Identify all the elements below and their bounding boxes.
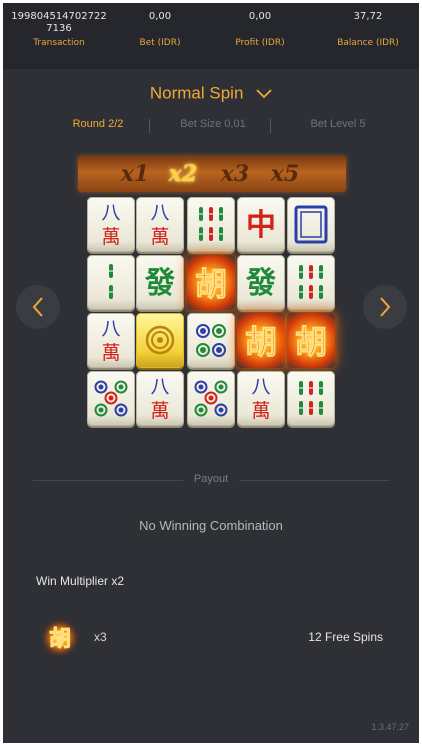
tile-bamboo-2 — [87, 255, 135, 310]
svg-text:胡: 胡 — [295, 323, 327, 361]
prev-round-button[interactable] — [16, 285, 60, 329]
next-round-button[interactable] — [363, 285, 407, 329]
tile-white-dragon — [287, 197, 335, 252]
scatter-count: x3 — [94, 630, 107, 644]
tile-wan-8: 八萬 — [136, 371, 184, 426]
svg-text:八: 八 — [150, 202, 169, 224]
win-multiplier-text: Win Multiplier x2 — [36, 574, 125, 588]
svg-text:胡: 胡 — [49, 626, 71, 652]
tile-red-dragon: 中 — [237, 197, 285, 252]
tile-dots-5 — [87, 371, 135, 426]
svg-text:胡: 胡 — [195, 265, 227, 303]
tile-wild-hu: 胡 — [287, 313, 335, 368]
svg-text:八: 八 — [101, 202, 120, 224]
tile-wan-8: 八萬 — [237, 371, 285, 426]
tile-golden-dot-1 — [136, 313, 184, 368]
version-text: 1.3.47.27 — [371, 722, 409, 732]
svg-text:中: 中 — [246, 208, 276, 243]
svg-text:萬: 萬 — [251, 400, 270, 422]
tile-bamboo-6 — [287, 371, 335, 426]
svg-text:萬: 萬 — [101, 226, 120, 248]
svg-text:八: 八 — [101, 318, 120, 340]
free-spins-text: 12 Free Spins — [308, 630, 383, 644]
chevron-left-icon — [32, 297, 43, 317]
payout-message: No Winning Combination — [139, 518, 283, 533]
tile-green-dragon: 發 — [136, 255, 184, 310]
tile-wild-hu: 胡 — [187, 255, 235, 310]
scatter-hu-icon: 胡 — [41, 619, 79, 657]
tile-wild-hu: 胡 — [237, 313, 285, 368]
svg-text:萬: 萬 — [101, 342, 120, 364]
svg-text:萬: 萬 — [150, 226, 169, 248]
tile-dots-5 — [187, 371, 235, 426]
tile-wan-8: 八萬 — [87, 197, 135, 252]
payout-label: Payout — [193, 473, 229, 485]
svg-text:八: 八 — [150, 376, 169, 398]
tile-bamboo-6 — [287, 255, 335, 310]
game-history-panel: 199804514702722 7136 Transaction 0,00 Be… — [3, 3, 419, 743]
tile-green-dragon: 發 — [237, 255, 285, 310]
svg-text:萬: 萬 — [150, 400, 169, 422]
svg-text:發: 發 — [144, 266, 175, 301]
tile-wan-8: 八萬 — [136, 197, 184, 252]
tile-dots-4 — [187, 313, 235, 368]
svg-text:八: 八 — [251, 376, 270, 398]
svg-text:發: 發 — [245, 266, 276, 301]
chevron-right-icon — [380, 297, 391, 317]
tile-wan-8: 八萬 — [87, 313, 135, 368]
svg-text:胡: 胡 — [245, 323, 277, 361]
tile-bamboo-6 — [187, 197, 235, 252]
